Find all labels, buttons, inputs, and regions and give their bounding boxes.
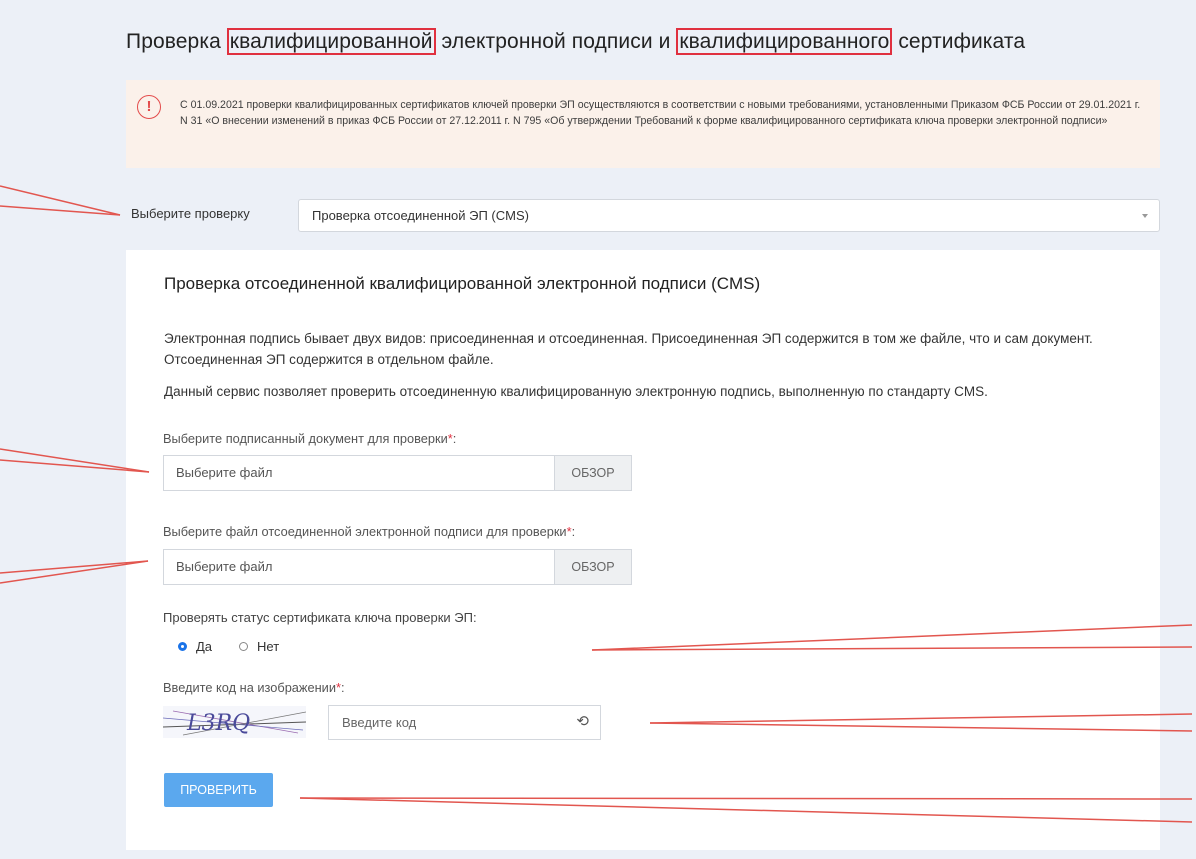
radio-no-dot[interactable] bbox=[239, 642, 249, 651]
document-browse-button[interactable]: ОБЗОР bbox=[554, 456, 631, 490]
signature-file-input[interactable]: Выберите файл ОБЗОР bbox=[163, 549, 632, 585]
card-title: Проверка отсоединенной квалифицированной… bbox=[164, 274, 761, 293]
signature-file-placeholder: Выберите файл bbox=[176, 559, 273, 574]
captcha-image: L3RQ bbox=[163, 706, 306, 738]
page-title: Проверка квалифицированной электронной п… bbox=[126, 28, 1026, 55]
check-button[interactable]: ПРОВЕРИТЬ bbox=[164, 773, 273, 807]
radio-yes-label: Да bbox=[196, 639, 213, 654]
signature-browse-button[interactable]: ОБЗОР bbox=[554, 550, 631, 584]
document-file-label: Выберите подписанный документ для провер… bbox=[163, 431, 457, 446]
description-service: Данный сервис позволяет проверить отсоед… bbox=[164, 384, 988, 399]
captcha-label: Введите код на изображении*: bbox=[163, 680, 345, 695]
status-check-radio-group: Да Нет bbox=[178, 639, 306, 654]
radio-yes-dot[interactable] bbox=[178, 642, 187, 651]
notice-text: С 01.09.2021 проверки квалифицированных … bbox=[180, 99, 1141, 127]
radio-yes[interactable]: Да bbox=[178, 639, 212, 654]
document-file-input[interactable]: Выберите файл ОБЗОР bbox=[163, 455, 632, 491]
captcha-placeholder: Введите код bbox=[342, 715, 417, 730]
warning-circle-icon: ! bbox=[137, 95, 161, 119]
title-highlight-2: квалифицированного bbox=[676, 28, 893, 55]
status-check-label: Проверять статус сертификата ключа прове… bbox=[163, 610, 477, 625]
check-type-select-value: Проверка отсоединенной ЭП (CMS) bbox=[312, 208, 529, 223]
captcha-input[interactable]: Введите код ⟲ bbox=[328, 705, 601, 740]
signature-file-label: Выберите файл отсоединенной электронной … bbox=[163, 524, 576, 539]
chevron-down-icon bbox=[1142, 214, 1148, 218]
check-form-card: Проверка отсоединенной квалифицированной… bbox=[126, 250, 1160, 850]
radio-no-label: Нет bbox=[257, 639, 280, 654]
refresh-icon[interactable]: ⟲ bbox=[576, 714, 589, 730]
check-type-select[interactable]: Проверка отсоединенной ЭП (CMS) bbox=[298, 199, 1160, 232]
radio-no[interactable]: Нет bbox=[239, 639, 279, 654]
document-file-placeholder: Выберите файл bbox=[176, 465, 273, 480]
captcha-text: L3RQ bbox=[186, 711, 250, 736]
description-signature-types: Электронная подпись бывает двух видов: п… bbox=[164, 331, 1093, 367]
title-highlight-1: квалифицированной bbox=[226, 28, 436, 55]
notice-banner: ! С 01.09.2021 проверки квалифицированны… bbox=[126, 80, 1160, 168]
check-select-label: Выберите проверку bbox=[131, 206, 250, 221]
